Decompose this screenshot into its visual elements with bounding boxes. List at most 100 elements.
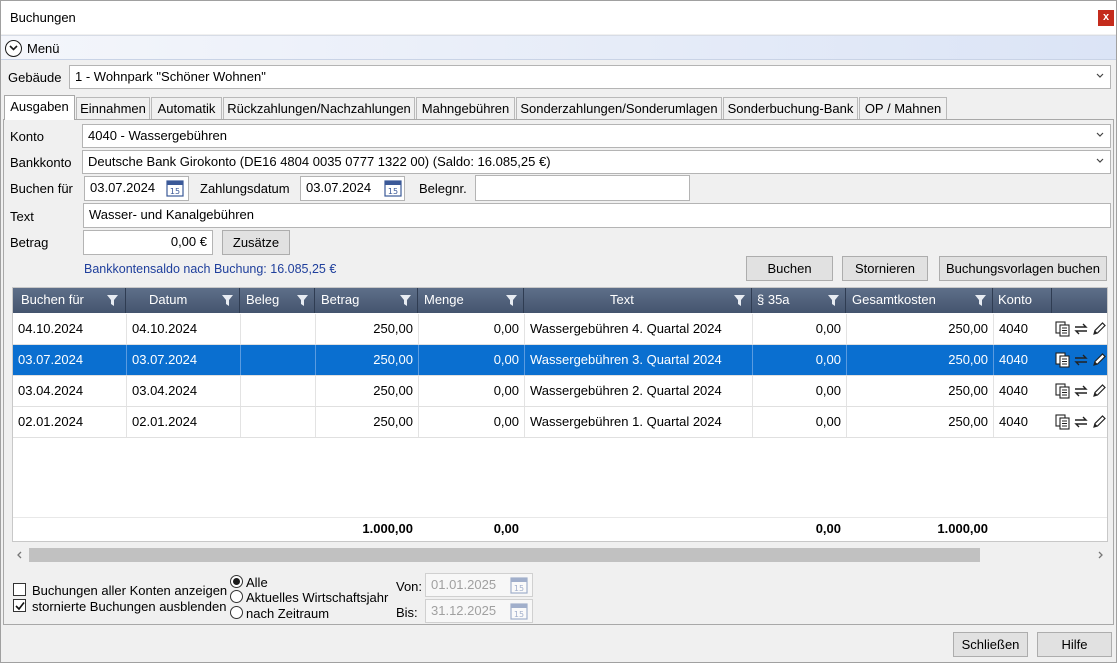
belegnr-input[interactable] [475, 175, 690, 201]
betrag-value: 0,00 € [170, 234, 207, 249]
schliessen-button[interactable]: Schließen [953, 632, 1028, 657]
col-header-betrag[interactable]: Betrag [316, 288, 418, 313]
stornierte-label[interactable]: stornierte Buchungen ausblenden [32, 599, 226, 614]
bis-label: Bis: [396, 605, 418, 620]
filter-icon[interactable] [400, 295, 411, 306]
col-header-gesamtkosten[interactable]: Gesamtkosten [847, 288, 993, 313]
calendar-icon[interactable]: 15 [384, 179, 402, 197]
menu-bar[interactable]: Menü [1, 35, 1116, 60]
col-header-beleg[interactable]: Beleg [241, 288, 315, 313]
bis-value: 31.12.2025 [431, 603, 497, 618]
stornierte-checkbox[interactable] [13, 599, 26, 612]
buchungsvorlagen-button[interactable]: Buchungsvorlagen buchen [939, 256, 1107, 281]
von-value: 01.01.2025 [431, 577, 497, 592]
cell-konto: 4040 [994, 345, 1053, 375]
cell-text: Wassergebühren 2. Quartal 2024 [525, 376, 753, 406]
table-row[interactable]: 03.04.2024 03.04.2024 250,00 0,00 Wasser… [13, 376, 1107, 406]
buchen-button[interactable]: Buchen [746, 256, 833, 281]
edit-icon[interactable] [1091, 321, 1107, 337]
col-header-datum[interactable]: Datum [127, 288, 240, 313]
svg-text:15: 15 [514, 610, 524, 619]
table-row[interactable]: 02.01.2024 02.01.2024 250,00 0,00 Wasser… [13, 407, 1107, 437]
text-input[interactable]: Wasser- und Kanalgebühren [83, 203, 1111, 228]
radio-wirtschaftsjahr[interactable] [230, 590, 243, 603]
col-header-buchen-fuer[interactable]: Buchen für [13, 288, 126, 313]
calendar-icon[interactable]: 15 [166, 179, 184, 197]
tab-automatik[interactable]: Automatik [151, 97, 222, 119]
row-divider [13, 437, 1107, 438]
filter-icon[interactable] [975, 295, 986, 306]
grid-header: Buchen für Datum Beleg Betrag Menge Text… [13, 288, 1107, 313]
gebaeude-label: Gebäude [8, 70, 62, 85]
edit-icon[interactable] [1091, 352, 1107, 368]
tab-mahngebuehren[interactable]: Mahngebühren [416, 97, 515, 119]
filter-icon[interactable] [734, 295, 745, 306]
radio-alle[interactable] [230, 575, 243, 588]
chevron-right-icon[interactable] [1098, 551, 1104, 559]
chevron-down-icon[interactable] [5, 40, 22, 57]
von-label: Von: [396, 579, 423, 594]
edit-icon[interactable] [1091, 414, 1107, 430]
col-header-konto[interactable]: Konto [994, 288, 1052, 313]
radio-zeitraum-label[interactable]: nach Zeitraum [246, 606, 329, 621]
filter-icon[interactable] [222, 295, 233, 306]
svg-text:15: 15 [514, 584, 524, 593]
buchungen-window: Buchungen x Menü Gebäude 1 - Wohnpark "S… [0, 0, 1117, 663]
table-row-selected[interactable]: 03.07.2024 03.07.2024 250,00 0,00 Wasser… [13, 345, 1107, 375]
cell-buchen-fuer: 04.10.2024 [13, 314, 127, 344]
radio-wirtschaftsjahr-label[interactable]: Aktuelles Wirtschaftsjahr [246, 590, 388, 605]
zusaetze-button[interactable]: Zusätze [222, 230, 290, 255]
chevron-left-icon[interactable] [16, 551, 22, 559]
row-actions [1052, 376, 1107, 406]
copy-icon[interactable] [1055, 414, 1071, 430]
col-header-p35a[interactable]: § 35a [753, 288, 846, 313]
stornieren-button[interactable]: Stornieren [842, 256, 928, 281]
tab-einnahmen[interactable]: Einnahmen [76, 97, 150, 119]
scrollbar-thumb[interactable] [29, 548, 980, 562]
total-p35a: 0,00 [815, 521, 841, 536]
filter-icon[interactable] [828, 295, 839, 306]
copy-icon[interactable] [1055, 383, 1071, 399]
horizontal-scrollbar[interactable] [12, 546, 1108, 564]
alle-konten-label[interactable]: Buchungen aller Konten anzeigen [32, 583, 227, 598]
calendar-icon: 15 [510, 603, 528, 620]
edit-icon[interactable] [1091, 383, 1107, 399]
bankkonto-select[interactable]: Deutsche Bank Girokonto (DE16 4804 0035 … [82, 150, 1111, 174]
filter-icon[interactable] [297, 295, 308, 306]
alle-konten-checkbox[interactable] [13, 583, 26, 596]
close-button[interactable]: x [1098, 10, 1114, 26]
cell-buchen-fuer: 03.07.2024 [13, 345, 127, 375]
transfer-icon[interactable] [1073, 383, 1089, 399]
hilfe-button[interactable]: Hilfe [1037, 632, 1112, 657]
copy-icon[interactable] [1055, 321, 1071, 337]
col-header-actions [1053, 288, 1107, 313]
col-header-text[interactable]: Text [525, 288, 752, 313]
radio-alle-label[interactable]: Alle [246, 575, 268, 590]
tab-sonderbuchung-bank[interactable]: Sonderbuchung-Bank [723, 97, 858, 119]
gebaeude-value: 1 - Wohnpark "Schöner Wohnen" [75, 69, 266, 84]
copy-icon[interactable] [1055, 352, 1071, 368]
filter-icon[interactable] [107, 295, 118, 306]
betrag-label: Betrag [10, 235, 49, 250]
filter-icon[interactable] [506, 295, 517, 306]
radio-zeitraum[interactable] [230, 606, 243, 619]
cell-gesamtkosten: 250,00 [847, 376, 994, 406]
row-actions [1052, 345, 1107, 375]
cell-gesamtkosten: 250,00 [847, 314, 994, 344]
gebaeude-select[interactable]: 1 - Wohnpark "Schöner Wohnen" [69, 65, 1111, 89]
tab-rueckzahlungen[interactable]: Rückzahlungen/Nachzahlungen [223, 97, 415, 119]
tab-sonderzahlungen[interactable]: Sonderzahlungen/Sonderumlagen [516, 97, 722, 119]
transfer-icon[interactable] [1073, 414, 1089, 430]
zahlungsdatum-label: Zahlungsdatum [200, 181, 290, 196]
betrag-input[interactable]: 0,00 € [83, 230, 213, 255]
menu-label[interactable]: Menü [27, 41, 60, 56]
konto-select[interactable]: 4040 - Wassergebühren [82, 124, 1111, 148]
transfer-icon[interactable] [1073, 352, 1089, 368]
col-header-menge[interactable]: Menge [419, 288, 524, 313]
text-label: Text [10, 209, 34, 224]
tab-op-mahnen[interactable]: OP / Mahnen [859, 97, 947, 119]
tab-ausgaben[interactable]: Ausgaben [4, 95, 75, 120]
table-row[interactable]: 04.10.2024 04.10.2024 250,00 0,00 Wasser… [13, 314, 1107, 344]
transfer-icon[interactable] [1073, 321, 1089, 337]
window-title: Buchungen [10, 10, 76, 25]
